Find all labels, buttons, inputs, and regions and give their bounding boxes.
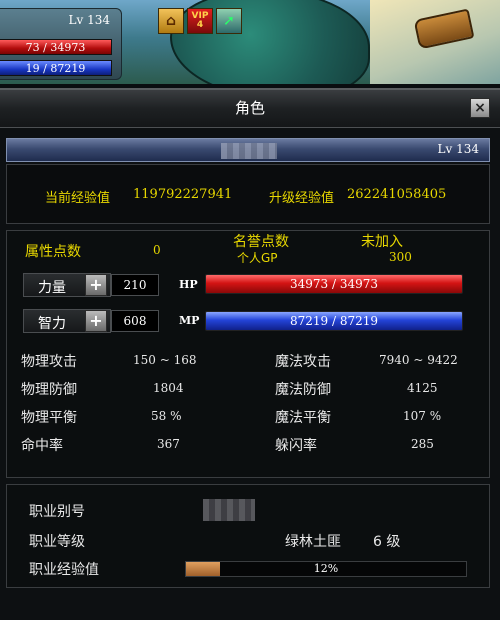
mag-atk-value: 7940 ~ 9422 — [379, 353, 458, 367]
hp-tag: HP — [179, 278, 198, 291]
shop-icon[interactable]: ⌂ — [158, 8, 184, 34]
status-icons: ⌂ VIP 4 ➚ — [158, 8, 242, 34]
next-exp-label: 升级经验值 — [269, 191, 335, 206]
attribute-panel: 属性点数 0 名誉点数 未加入 个人GP 300 力量 + 210 HP 349… — [6, 230, 490, 478]
player-name-bar: Lv 134 — [6, 138, 490, 162]
player-status-panel: Lv 134 73 / 34973 19 / 87219 — [0, 8, 122, 80]
hit-rate-value: 367 — [157, 437, 180, 451]
mp-tag: MP — [179, 314, 200, 327]
job-exp-progress: 12% — [185, 561, 467, 577]
player-name-redacted — [221, 143, 277, 159]
attr-points-label: 属性点数 — [25, 244, 81, 260]
job-panel: 职业别号 职业等级 绿林土匪 6 级 职业经验值 12% — [6, 484, 490, 588]
close-button[interactable]: × — [470, 98, 490, 118]
job-exp-percent: 12% — [313, 562, 339, 575]
intelligence-label: 智力 — [38, 316, 66, 332]
honor-label: 名誉点数 — [233, 234, 289, 250]
next-exp-value: 262241058405 — [347, 187, 447, 202]
job-alias-label: 职业别号 — [29, 504, 85, 520]
window-titlebar[interactable]: 角色 × — [0, 90, 500, 128]
buff-icon[interactable]: ➚ — [216, 8, 242, 34]
intelligence-value: 608 — [111, 310, 159, 332]
vip-icon[interactable]: VIP 4 — [187, 8, 213, 34]
job-level-label: 职业等级 — [29, 534, 85, 550]
vip-level: 4 — [196, 20, 204, 30]
hud-level: Lv 134 — [68, 13, 110, 27]
experience-box: 当前经验值 119792227941 升级经验值 262241058405 — [6, 164, 490, 224]
current-exp-label: 当前经验值 — [45, 191, 111, 206]
mp-bar: 87219 / 87219 — [205, 311, 463, 331]
phys-atk-value: 150 ~ 168 — [133, 353, 197, 367]
attr-points-value: 0 — [153, 243, 161, 257]
mag-bal-label: 魔法平衡 — [275, 410, 331, 426]
dodge-rate-value: 285 — [411, 437, 434, 451]
phys-atk-label: 物理攻击 — [21, 354, 77, 370]
job-level-value: 6 级 — [373, 534, 401, 550]
job-name: 绿林土匪 — [285, 534, 341, 550]
gp-value: 300 — [389, 250, 412, 264]
job-alias-redacted — [203, 499, 255, 521]
strength-value: 210 — [111, 274, 159, 296]
add-strength-button[interactable]: + — [85, 274, 107, 296]
hud-hp-bar: 73 / 34973 — [0, 39, 112, 55]
current-exp-value: 119792227941 — [133, 187, 233, 202]
hud-mp-bar: 19 / 87219 — [0, 60, 112, 76]
phys-bal-label: 物理平衡 — [21, 410, 77, 426]
hp-bar: 34973 / 34973 — [205, 274, 463, 294]
strength-label: 力量 — [38, 280, 66, 296]
game-scene: Lv 134 73 / 34973 19 / 87219 ⌂ VIP 4 ➚ — [0, 0, 500, 84]
character-window: 角色 × Lv 134 当前经验值 119792227941 升级经验值 262… — [0, 88, 500, 620]
phys-def-value: 1804 — [153, 381, 184, 395]
add-intelligence-button[interactable]: + — [85, 310, 107, 332]
guild-status: 未加入 — [361, 234, 403, 250]
mag-def-label: 魔法防御 — [275, 382, 331, 398]
dodge-rate-label: 躲闪率 — [275, 438, 317, 454]
mag-atk-label: 魔法攻击 — [275, 354, 331, 370]
personal-gp-label: 个人GP — [237, 251, 278, 265]
mag-def-value: 4125 — [407, 381, 438, 395]
mag-bal-value: 107 % — [403, 409, 442, 423]
player-level: Lv 134 — [437, 142, 479, 156]
phys-def-label: 物理防御 — [21, 382, 77, 398]
phys-bal-value: 58 % — [151, 409, 182, 423]
job-exp-label: 职业经验值 — [29, 562, 99, 578]
window-title: 角色 — [234, 99, 265, 117]
hit-rate-label: 命中率 — [21, 438, 63, 454]
